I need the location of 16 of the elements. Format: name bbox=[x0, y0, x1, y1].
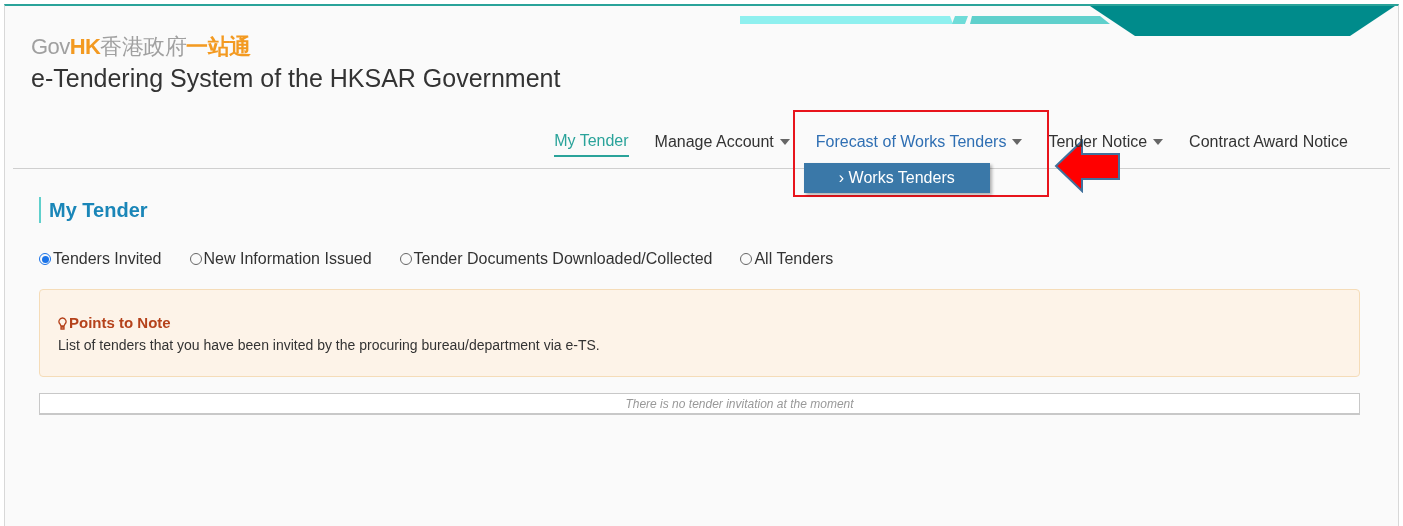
nav-tab[interactable]: Forecast of Works Tenders bbox=[815, 130, 1023, 156]
nav-tab[interactable]: Manage Account bbox=[654, 130, 790, 156]
note-title: Points to Note bbox=[69, 313, 171, 333]
empty-message: There is no tender invitation at the moment bbox=[625, 395, 854, 413]
govhk-logo: GovHK香港政府一站通 bbox=[31, 34, 251, 60]
lightbulb-icon bbox=[58, 316, 67, 330]
filter-radio[interactable]: New Information Issued bbox=[189, 247, 372, 271]
system-title: e-Tendering System of the HKSAR Government bbox=[31, 63, 561, 94]
filter-radio[interactable]: All Tenders bbox=[740, 247, 834, 271]
note-text: List of tenders that you have been invited by the procuring bureau/department via e-TS. bbox=[58, 335, 600, 355]
page-title: My Tender bbox=[39, 197, 148, 223]
nav-tab[interactable]: Contract Award Notice bbox=[1189, 130, 1348, 156]
nav-tab[interactable]: Tender Notice bbox=[1048, 130, 1164, 156]
filter-radio[interactable]: Tender Documents Downloaded/Collected bbox=[399, 247, 713, 271]
dropdown-menu-item[interactable]: › Works Tenders bbox=[803, 163, 990, 193]
filter-radio[interactable]: Tenders Invited bbox=[39, 247, 162, 271]
